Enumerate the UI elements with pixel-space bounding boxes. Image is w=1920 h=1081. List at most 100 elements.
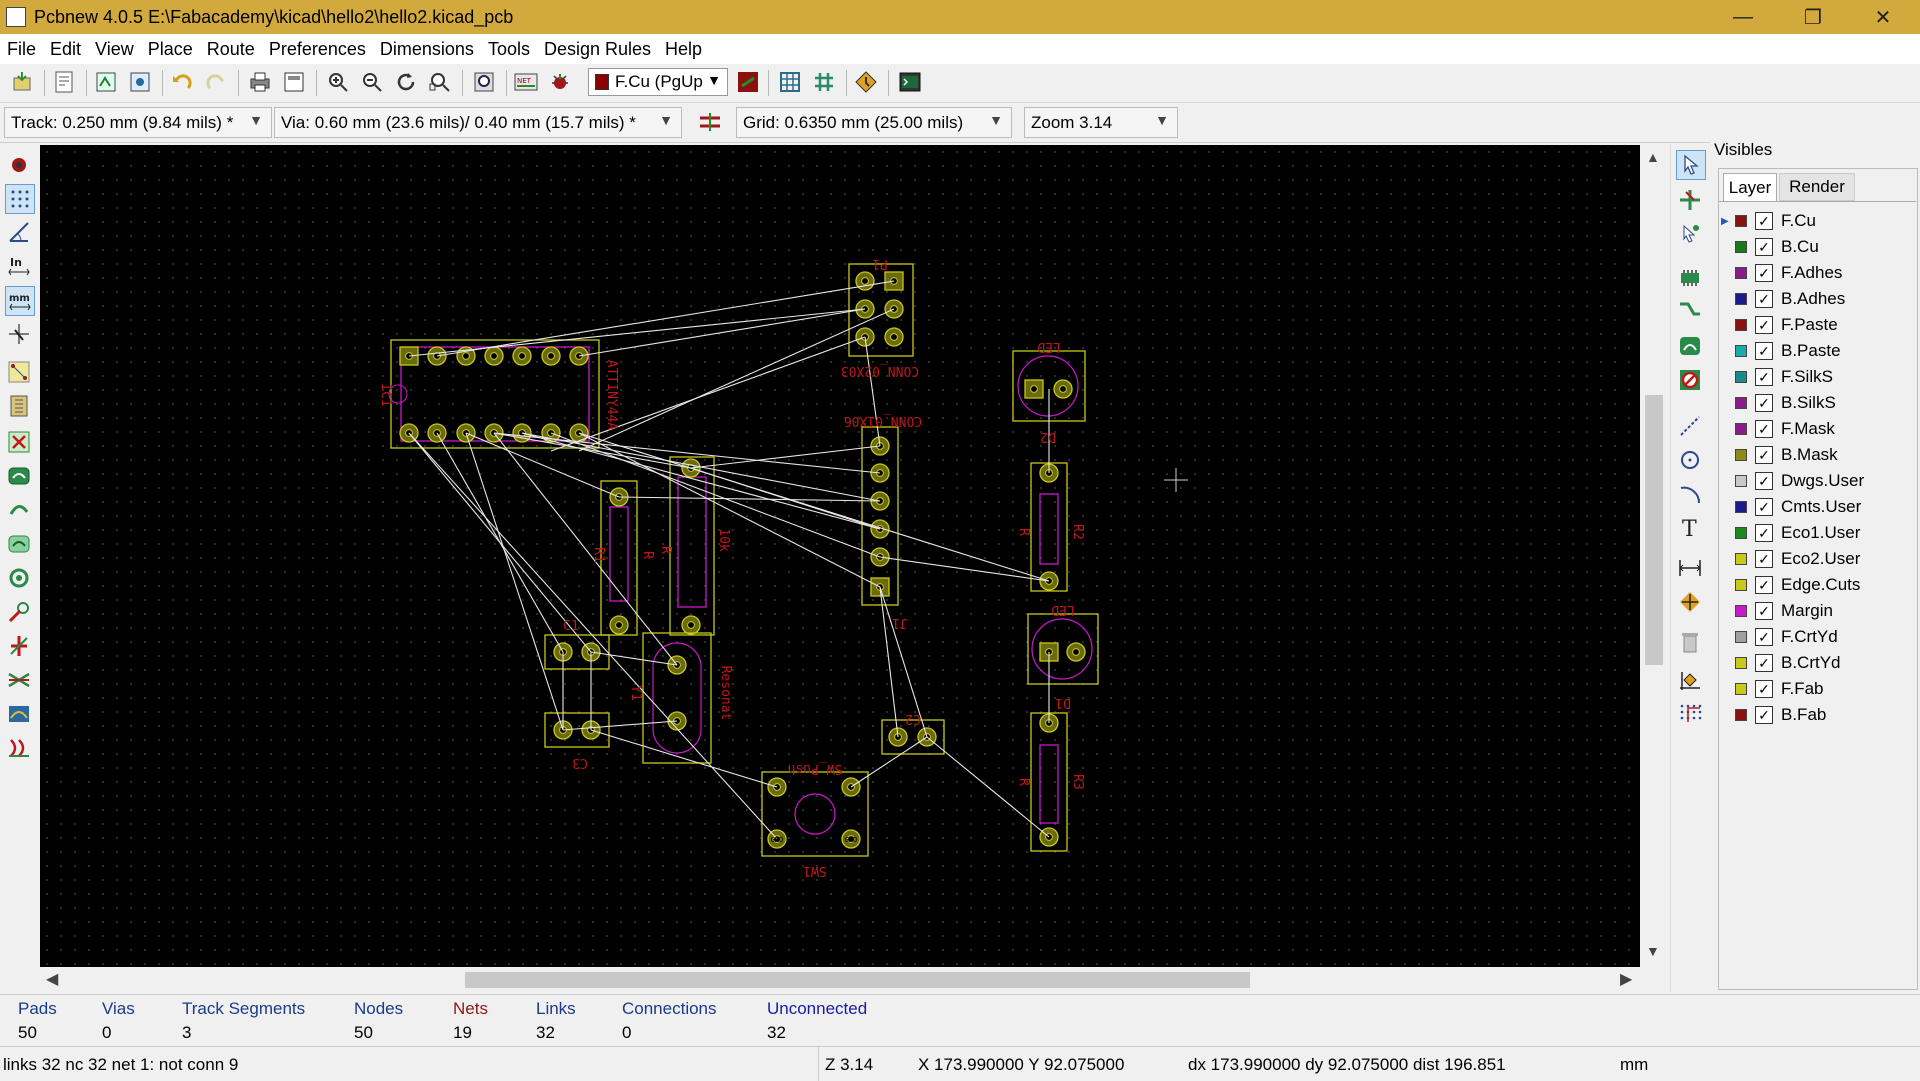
pcb-canvas[interactable]: IC1 ATTINY44A P1 CONN_02X03 CONN_01X06 J1 LED D…: [40, 145, 1640, 967]
grid-toggle-icon[interactable]: [5, 184, 35, 214]
layer-visible-checkbox[interactable]: ✓: [1755, 446, 1773, 464]
menu-dimensions[interactable]: Dimensions: [373, 39, 481, 60]
layer-visible-checkbox[interactable]: ✓: [1755, 628, 1773, 646]
zoom-out-icon[interactable]: [358, 68, 386, 96]
module-ratsnest-icon[interactable]: [5, 392, 33, 420]
cursor-shape-icon[interactable]: [5, 320, 33, 348]
pads-sketch-icon[interactable]: [5, 564, 33, 592]
layer-visible-checkbox[interactable]: ✓: [1755, 524, 1773, 542]
layer-visible-checkbox[interactable]: ✓: [1755, 472, 1773, 490]
layer-visible-checkbox[interactable]: ✓: [1755, 238, 1773, 256]
menu-view[interactable]: View: [88, 39, 141, 60]
layer-color-swatch[interactable]: [1735, 423, 1747, 435]
via-size-select[interactable]: Via: 0.60 mm (23.6 mils)/ 0.40 mm (15.7 …: [274, 107, 682, 138]
layer-row[interactable]: ✓ B.Adhes: [1719, 287, 1845, 311]
layer-color-swatch[interactable]: [1735, 501, 1747, 513]
set-origin-icon[interactable]: [1676, 666, 1704, 694]
high-contrast-icon[interactable]: [5, 666, 33, 694]
layer-row[interactable]: ✓ B.Mask: [1719, 443, 1838, 467]
menu-place[interactable]: Place: [141, 39, 200, 60]
add-text-icon[interactable]: T: [1676, 514, 1704, 542]
menu-file[interactable]: File: [0, 39, 43, 60]
autoplace-icon[interactable]: [776, 68, 804, 96]
new-board-icon[interactable]: [8, 68, 36, 96]
layer-pair-icon[interactable]: [734, 68, 762, 96]
layer-row[interactable]: ✓ Eco1.User: [1719, 521, 1860, 545]
zone-outline-icon[interactable]: [5, 496, 33, 524]
ratsnest-icon[interactable]: [5, 358, 33, 386]
menu-tools[interactable]: Tools: [481, 39, 537, 60]
page-settings-icon[interactable]: [50, 68, 78, 96]
freeroute-icon[interactable]: [852, 68, 880, 96]
layer-visible-checkbox[interactable]: ✓: [1755, 420, 1773, 438]
layer-color-swatch[interactable]: [1735, 683, 1747, 695]
layer-visible-checkbox[interactable]: ✓: [1755, 602, 1773, 620]
layer-row[interactable]: ✓ Dwgs.User: [1719, 469, 1864, 493]
menu-edit[interactable]: Edit: [43, 39, 88, 60]
layer-row[interactable]: ✓ F.Fab: [1719, 677, 1824, 701]
layer-color-swatch[interactable]: [1735, 475, 1747, 487]
layer-color-swatch[interactable]: [1735, 605, 1747, 617]
layer-visible-checkbox[interactable]: ✓: [1755, 290, 1773, 308]
layer-row[interactable]: ✓ F.CrtYd: [1719, 625, 1838, 649]
layer-row[interactable]: ✓ Cmts.User: [1719, 495, 1861, 519]
zoom-fit-icon[interactable]: [426, 68, 454, 96]
plot-icon[interactable]: [280, 68, 308, 96]
select-tool-icon[interactable]: [1676, 150, 1706, 180]
drc-icon[interactable]: [546, 68, 574, 96]
layer-color-swatch[interactable]: [1735, 553, 1747, 565]
layer-visible-checkbox[interactable]: ✓: [1755, 264, 1773, 282]
layer-visible-checkbox[interactable]: ✓: [1755, 654, 1773, 672]
tab-render[interactable]: Render: [1779, 173, 1855, 201]
keepout-area-icon[interactable]: [1676, 366, 1704, 394]
layer-row[interactable]: ✓ Eco2.User: [1719, 547, 1860, 571]
layer-color-swatch[interactable]: [1735, 293, 1747, 305]
layer-row[interactable]: ▶ ✓ F.Cu: [1719, 209, 1816, 233]
module-editor-icon[interactable]: [126, 68, 154, 96]
layer-visible-checkbox[interactable]: ✓: [1755, 680, 1773, 698]
show-zones-icon[interactable]: [5, 462, 33, 490]
add-circle-icon[interactable]: [1676, 446, 1704, 474]
layer-color-swatch[interactable]: [1735, 215, 1747, 227]
tab-layer[interactable]: Layer: [1723, 173, 1777, 201]
layer-color-swatch[interactable]: [1735, 397, 1747, 409]
add-target-icon[interactable]: [1676, 588, 1704, 616]
mm-units-icon[interactable]: mm: [5, 286, 35, 316]
vias-sketch-icon[interactable]: [5, 598, 33, 626]
layer-color-swatch[interactable]: [1735, 371, 1747, 383]
layer-color-swatch[interactable]: [1735, 657, 1747, 669]
layer-row[interactable]: ✓ B.Cu: [1719, 235, 1819, 259]
layer-row[interactable]: ✓ F.Mask: [1719, 417, 1835, 441]
layer-color-swatch[interactable]: [1735, 527, 1747, 539]
layer-visible-checkbox[interactable]: ✓: [1755, 342, 1773, 360]
close-button[interactable]: ✕: [1850, 0, 1916, 34]
vertical-scrollbar[interactable]: ▲ ▼: [1640, 145, 1668, 967]
zone-fill-icon[interactable]: [5, 530, 33, 558]
layer-color-swatch[interactable]: [1735, 345, 1747, 357]
layer-row[interactable]: ✓ F.Adhes: [1719, 261, 1842, 285]
menu-design-rules[interactable]: Design Rules: [537, 39, 658, 60]
layer-visible-checkbox[interactable]: ✓: [1755, 576, 1773, 594]
layer-color-swatch[interactable]: [1735, 319, 1747, 331]
tracks-sketch-icon[interactable]: [5, 632, 33, 660]
load-netlist-icon[interactable]: [92, 68, 120, 96]
add-arc-icon[interactable]: [1676, 480, 1704, 508]
layer-color-swatch[interactable]: [1735, 241, 1747, 253]
menu-route[interactable]: Route: [200, 39, 262, 60]
layer-row[interactable]: ✓ Edge.Cuts: [1719, 573, 1860, 597]
layer-visible-checkbox[interactable]: ✓: [1755, 368, 1773, 386]
inch-units-icon[interactable]: In: [5, 252, 33, 280]
scripting-console-icon[interactable]: [896, 68, 924, 96]
highlight-net-icon[interactable]: [1676, 186, 1704, 214]
auto-track-width-icon[interactable]: [696, 108, 724, 136]
drc-toggle-icon[interactable]: [5, 150, 33, 178]
layer-row[interactable]: ✓ B.Paste: [1719, 339, 1841, 363]
auto-delete-track-icon[interactable]: [5, 428, 33, 456]
layer-color-swatch[interactable]: [1735, 579, 1747, 591]
layer-row[interactable]: ✓ B.Fab: [1719, 703, 1826, 727]
add-dimension-icon[interactable]: [1676, 554, 1704, 582]
layer-visible-checkbox[interactable]: ✓: [1755, 212, 1773, 230]
grid-origin-icon[interactable]: [1676, 700, 1704, 728]
layer-visible-checkbox[interactable]: ✓: [1755, 498, 1773, 516]
grid-select[interactable]: Grid: 0.6350 mm (25.00 mils) ▼: [736, 107, 1012, 138]
